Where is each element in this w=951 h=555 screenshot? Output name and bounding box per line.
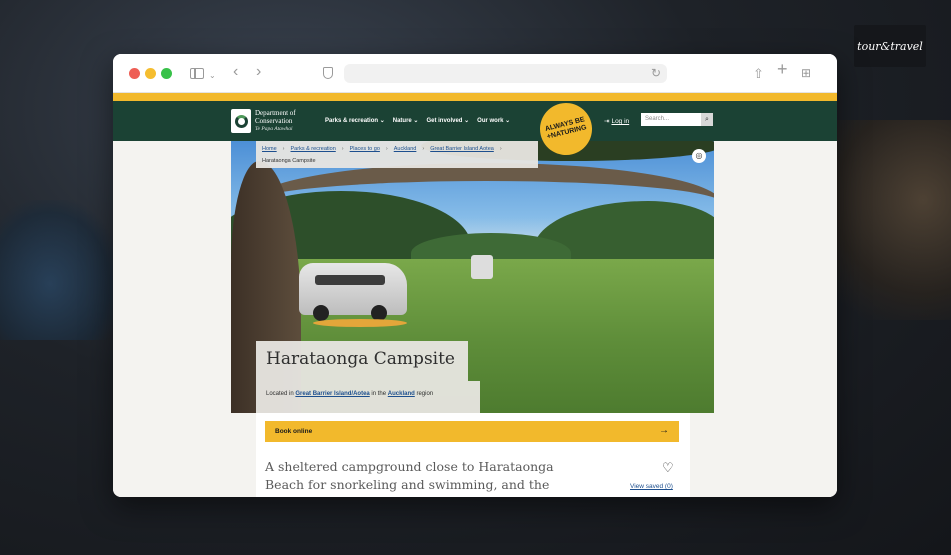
search-input[interactable]: Search... <box>641 113 701 126</box>
doc-emblem-icon <box>231 109 251 133</box>
region-link[interactable]: Auckland <box>388 391 415 397</box>
tree-branch <box>251 163 714 243</box>
image-expand-icon[interactable]: ◎ <box>692 149 706 163</box>
address-bar[interactable] <box>344 64 667 83</box>
back-arrow-icon[interactable]: ‹ <box>233 63 238 80</box>
tour-travel-logo: tour&travel <box>854 25 926 67</box>
browser-window: ⌄ ‹ › ↻ ⇧ + ⊞ Department of Conservation… <box>113 54 837 497</box>
page-title: Harataonga Campsite <box>256 341 468 381</box>
main-nav: Parks & recreation Nature Get involved O… <box>325 117 510 124</box>
chevron-down-icon[interactable]: ⌄ <box>209 67 216 84</box>
kayak <box>313 319 407 327</box>
privacy-shield-icon[interactable] <box>323 67 333 79</box>
browser-toolbar: ⌄ ‹ › ↻ ⇧ + ⊞ <box>113 54 837 93</box>
zoom-window-button[interactable] <box>161 68 172 79</box>
doc-logo[interactable]: Department of Conservation Te Papa Atawh… <box>231 109 296 133</box>
breadcrumb-current: Harataonga Campsite <box>262 158 316 164</box>
sidebar-toggle-icon[interactable] <box>190 68 204 79</box>
view-saved-link[interactable]: View saved (0) <box>630 483 673 490</box>
login-link[interactable]: ⇥ Log in <box>604 117 629 125</box>
intro-text: A sheltered campground close to Harataon… <box>265 459 554 492</box>
breadcrumb-great-barrier[interactable]: Great Barrier Island Aotea <box>430 146 494 152</box>
login-icon: ⇥ <box>604 118 610 125</box>
search-icon[interactable]: ⌕ <box>701 113 713 126</box>
close-window-button[interactable] <box>129 68 140 79</box>
tab-overview-icon[interactable]: ⊞ <box>801 65 811 82</box>
location-line: Located in Great Barrier Island/Aotea in… <box>256 381 480 413</box>
nav-get-involved[interactable]: Get involved <box>426 117 469 124</box>
share-icon[interactable]: ⇧ <box>753 65 764 82</box>
campervan <box>299 263 407 321</box>
reload-icon[interactable]: ↻ <box>651 65 661 82</box>
site-header: Department of Conservation Te Papa Atawh… <box>113 101 837 141</box>
breadcrumb-parks[interactable]: Parks & recreation <box>291 146 336 152</box>
nav-nature[interactable]: Nature <box>393 117 419 124</box>
minimize-window-button[interactable] <box>145 68 156 79</box>
breadcrumb-places[interactable]: Places to go <box>350 146 380 152</box>
nav-parks-recreation[interactable]: Parks & recreation <box>325 117 385 124</box>
main-content: Book online → A sheltered campground clo… <box>256 413 690 497</box>
hero-image: Home › Parks & recreation › Places to go › … <box>231 141 714 413</box>
web-page: Department of Conservation Te Papa Atawh… <box>113 93 837 497</box>
breadcrumb: Home › Parks & recreation › Places to go › … <box>256 141 538 168</box>
arrow-right-icon: → <box>659 425 669 436</box>
breadcrumb-auckland[interactable]: Auckland <box>394 146 417 152</box>
doc-wordmark: Department of Conservation Te Papa Atawh… <box>255 109 296 132</box>
nav-our-work[interactable]: Our work <box>477 117 510 124</box>
book-online-button[interactable]: Book online → <box>265 421 679 442</box>
forward-arrow-icon[interactable]: › <box>256 63 261 80</box>
island-link[interactable]: Great Barrier Island/Aotea <box>295 391 369 397</box>
logo-text: tour&travel <box>857 39 923 53</box>
breadcrumb-home[interactable]: Home <box>262 146 277 152</box>
heart-icon[interactable]: ♡ <box>662 460 674 476</box>
new-tab-icon[interactable]: + <box>777 60 788 78</box>
background-tent <box>0 200 120 340</box>
distant-campervan <box>471 255 493 279</box>
top-accent-strip <box>113 93 837 101</box>
